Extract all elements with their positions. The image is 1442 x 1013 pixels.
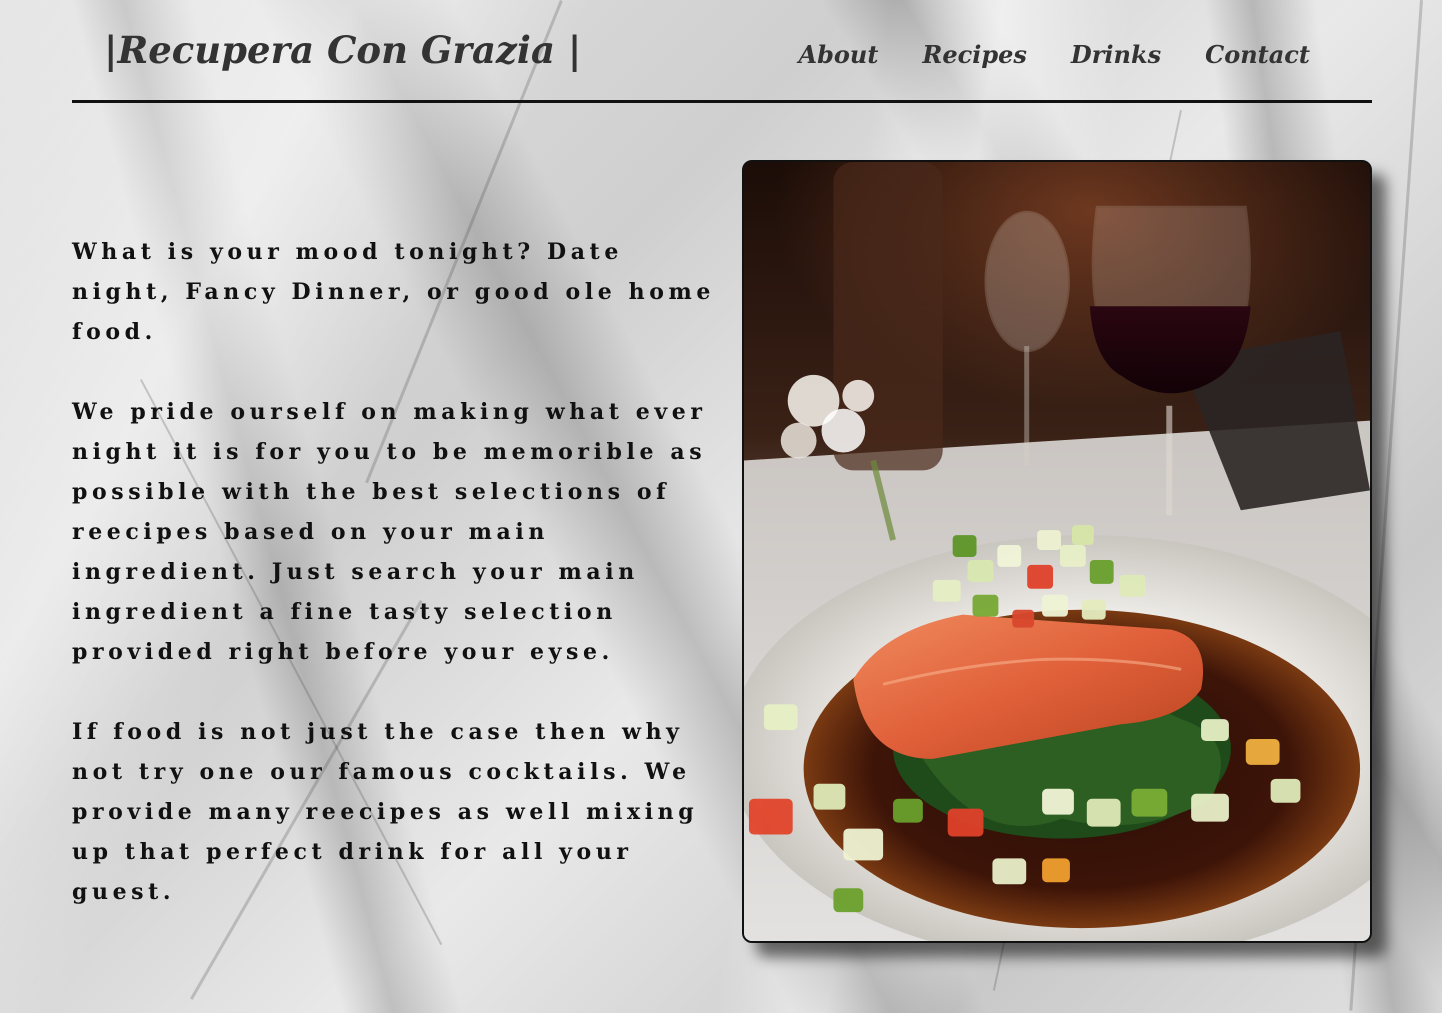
nav-about-link[interactable]: About <box>798 40 878 69</box>
intro-paragraph-mood: What is your mood tonight? Date night, F… <box>72 239 715 345</box>
intro-text: What is your mood tonight? Date night, F… <box>72 232 722 952</box>
intro-paragraph-cocktails: If food is not just the case then why no… <box>72 719 699 905</box>
intro-paragraph-pride: We pride ourself on making what ever nig… <box>72 399 707 665</box>
nav-recipes-link[interactable]: Recipes <box>922 40 1027 69</box>
main-nav: About Recipes Drinks Contact <box>798 40 1310 69</box>
nav-contact-link[interactable]: Contact <box>1205 40 1310 69</box>
salmon-dish-image <box>744 162 1370 941</box>
site-header: |Recupera Con Grazia | About Recipes Dri… <box>72 0 1372 103</box>
hero-food-photo <box>742 160 1372 943</box>
nav-drinks-link[interactable]: Drinks <box>1071 40 1161 69</box>
site-title[interactable]: |Recupera Con Grazia | <box>104 28 581 72</box>
